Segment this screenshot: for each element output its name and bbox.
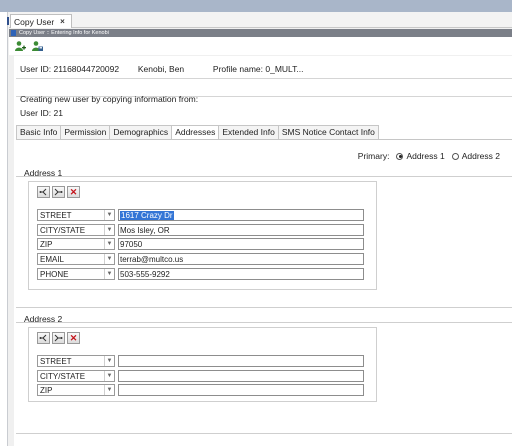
address-value-input[interactable]: terrab@multco.us — [118, 253, 364, 265]
address-row: ZIP ▼ 97050 — [37, 238, 364, 250]
address-row: STREET ▼ 1617 Crazy Dr — [37, 209, 364, 221]
address-value-input[interactable]: 503-555-9292 — [118, 268, 364, 280]
tab-sms-notice[interactable]: SMS Notice Contact Info — [277, 125, 379, 140]
tab-basic-info[interactable]: Basic Info — [16, 125, 61, 140]
address-value-input[interactable] — [118, 355, 364, 367]
delete-icon: ✕ — [69, 332, 78, 343]
chevron-down-icon: ▼ — [104, 239, 114, 249]
split-icon — [39, 188, 47, 196]
address-row: EMAIL ▼ terrab@multco.us — [37, 253, 364, 265]
address-type-select[interactable]: ZIP ▼ — [37, 238, 115, 250]
chevron-down-icon: ▼ — [104, 371, 114, 381]
creating-text: Creating new user by copying information… — [20, 94, 199, 104]
add-user-icon[interactable] — [14, 40, 26, 52]
delete-address-button[interactable]: ✕ — [67, 332, 80, 344]
address-1-actions: ✕ — [37, 186, 80, 198]
address-value-text: 1617 Crazy Dr — [120, 210, 174, 220]
address-type-select[interactable]: STREET ▼ — [37, 209, 115, 221]
status-bar: Copy User :: Entering Info for Kenobi — [9, 29, 512, 37]
address-1-box: ✕ STREET ▼ 1617 Crazy Dr CITY/STATE ▼ Mos … — [28, 181, 377, 290]
address-value-input[interactable]: 1617 Crazy Dr — [118, 209, 364, 221]
user-name: Kenobi, Ben — [137, 64, 185, 74]
address-row: PHONE ▼ 503-555-9292 — [37, 268, 364, 280]
address-type-select[interactable]: EMAIL ▼ — [37, 253, 115, 265]
toolbar — [9, 37, 512, 55]
primary-address-2-label: Address 2 — [461, 151, 500, 161]
chevron-down-icon: ▼ — [104, 356, 114, 366]
address-value-input[interactable]: 97050 — [118, 238, 364, 250]
address-type-value: ZIP — [40, 239, 53, 249]
tab-addresses[interactable]: Addresses — [171, 125, 219, 140]
chevron-down-icon: ▼ — [104, 254, 114, 264]
address-row: CITY/STATE ▼ Mos Isley, OR — [37, 224, 364, 236]
chevron-down-icon: ▼ — [104, 269, 114, 279]
close-icon[interactable]: × — [60, 17, 65, 26]
delete-address-button[interactable]: ✕ — [67, 186, 80, 198]
merge-address-button[interactable] — [52, 186, 65, 198]
address-value-text: Mos Isley, OR — [120, 225, 170, 235]
window-top-bar — [0, 0, 512, 12]
primary-address-1-label: Address 1 — [406, 151, 445, 161]
address-type-value: PHONE — [40, 269, 69, 279]
split-address-button[interactable] — [37, 186, 50, 198]
primary-label: Primary: — [357, 151, 390, 161]
address-value-input[interactable] — [118, 370, 364, 382]
address-value-input[interactable] — [118, 384, 364, 396]
address-type-value: CITY/STATE — [40, 225, 86, 235]
address-type-value: CITY/STATE — [40, 371, 86, 381]
address-type-select[interactable]: CITY/STATE ▼ — [37, 370, 115, 382]
address-row: CITY/STATE ▼ — [37, 370, 364, 382]
chevron-down-icon: ▼ — [104, 385, 114, 395]
section-tabs: Basic Info Permission Demographics Addre… — [16, 125, 379, 140]
profile-name: Profile name: 0_MULT... — [212, 64, 304, 74]
copy-user-doc-tab[interactable]: Copy User × — [10, 14, 72, 28]
address-type-value: EMAIL — [40, 254, 65, 264]
status-marker-icon — [11, 30, 16, 36]
main-content: User ID: 21168044720092 Kenobi, Ben Prof… — [14, 56, 512, 446]
address-type-value: STREET — [40, 356, 72, 366]
address-row: STREET ▼ — [37, 355, 364, 367]
address-row: ZIP ▼ — [37, 384, 364, 396]
tab-demographics[interactable]: Demographics — [109, 125, 172, 140]
address-type-value: ZIP — [40, 385, 53, 395]
address-type-select[interactable]: CITY/STATE ▼ — [37, 224, 115, 236]
address-value-text: 503-555-9292 — [120, 269, 170, 279]
source-user-id: User ID: 21 — [20, 108, 63, 118]
delete-icon: ✕ — [69, 186, 78, 197]
primary-address-2-radio[interactable] — [451, 152, 459, 160]
address-value-text: terrab@multco.us — [120, 254, 184, 264]
address-2-label: Address 2 — [24, 314, 63, 324]
address-value-input[interactable]: Mos Isley, OR — [118, 224, 364, 236]
merge-icon — [54, 188, 63, 196]
split-address-button[interactable] — [37, 332, 50, 344]
save-user-icon[interactable] — [31, 40, 43, 52]
doc-tab-title: Copy User — [14, 16, 55, 27]
split-icon — [39, 334, 47, 342]
status-text: Copy User :: Entering Info for Kenobi — [19, 30, 109, 36]
user-id: User ID: 21168044720092 — [20, 64, 120, 74]
address-value-text: 97050 — [120, 239, 143, 249]
chevron-down-icon: ▼ — [104, 225, 114, 235]
address-2-actions: ✕ — [37, 332, 80, 344]
address-type-select[interactable]: STREET ▼ — [37, 355, 115, 367]
document-tab-strip: Copy User × — [9, 12, 512, 28]
tab-permission[interactable]: Permission — [60, 125, 110, 140]
merge-icon — [54, 334, 63, 342]
left-edge — [0, 12, 8, 446]
address-type-value: STREET — [40, 210, 72, 220]
primary-address-1-radio[interactable] — [396, 152, 404, 160]
user-info-line: User ID: 21168044720092 Kenobi, Ben Prof… — [20, 64, 303, 74]
tab-extended-info[interactable]: Extended Info — [218, 125, 278, 140]
address-type-select[interactable]: PHONE ▼ — [37, 268, 115, 280]
divider — [16, 78, 512, 79]
address-1-label: Address 1 — [24, 168, 63, 178]
chevron-down-icon: ▼ — [104, 210, 114, 220]
merge-address-button[interactable] — [52, 332, 65, 344]
address-2-box: ✕ STREET ▼ CITY/STATE ▼ ZIP ▼ — [28, 327, 377, 402]
address-type-select[interactable]: ZIP ▼ — [37, 384, 115, 396]
primary-selector: Primary: Address 1 Address 2 — [358, 151, 500, 161]
